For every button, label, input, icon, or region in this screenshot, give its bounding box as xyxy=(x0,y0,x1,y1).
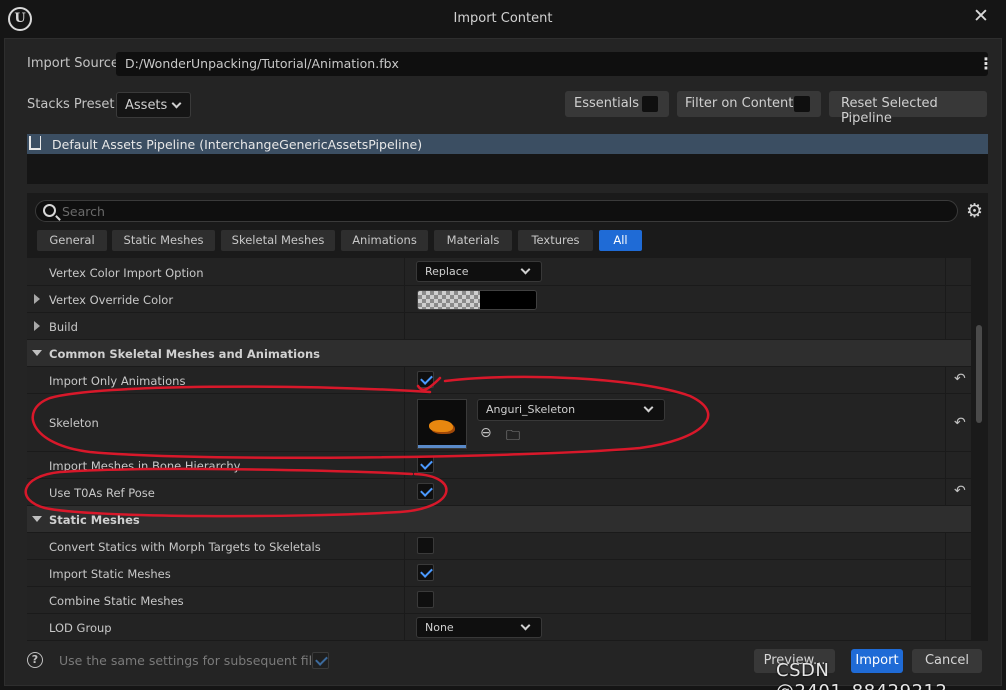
essentials-toggle[interactable]: Essentials xyxy=(565,91,669,117)
tab-animations[interactable]: Animations xyxy=(341,230,428,251)
filter-on-contents-toggle[interactable]: Filter on Contents xyxy=(677,91,821,117)
essentials-label: Essentials xyxy=(574,96,640,111)
property-label: Build xyxy=(49,320,78,334)
tab-textures[interactable]: Textures xyxy=(518,230,593,251)
import-static-meshes-checkbox[interactable] xyxy=(417,564,434,581)
category-static-meshes[interactable]: Static Meshes xyxy=(27,506,971,533)
property-label: Use T0As Ref Pose xyxy=(49,486,155,500)
filter-label: Filter on Contents xyxy=(685,96,801,111)
vertex-color-import-dropdown[interactable]: Replace xyxy=(416,261,542,282)
dropdown-value: Replace xyxy=(425,265,469,278)
collapse-arrow-icon[interactable] xyxy=(32,516,42,522)
tab-static-meshes[interactable]: Static Meshes xyxy=(112,230,215,251)
row-use-t0as-ref-pose: Use T0As Ref Pose ↶ xyxy=(27,479,971,506)
tab-materials[interactable]: Materials xyxy=(434,230,512,251)
property-label: Skeleton xyxy=(49,416,99,430)
property-label: Import Static Meshes xyxy=(49,567,171,581)
settings-gear-icon[interactable]: ⚙ xyxy=(966,200,983,222)
row-vertex-override-color: Vertex Override Color xyxy=(27,286,971,313)
convert-statics-checkbox[interactable] xyxy=(417,537,434,554)
reset-pipeline-label: Reset Selected Pipeline xyxy=(841,96,938,126)
details-scrollbar[interactable] xyxy=(972,261,988,641)
stacks-preset-value: Assets xyxy=(125,98,168,113)
chevron-down-icon xyxy=(171,98,182,109)
stacks-preset-dropdown[interactable]: Assets xyxy=(116,92,191,118)
filter-checkbox[interactable] xyxy=(794,96,810,112)
chevron-down-icon xyxy=(643,402,654,413)
row-build: Build xyxy=(27,313,971,340)
more-options-icon[interactable]: ⋮ xyxy=(978,56,994,72)
search-input[interactable]: Search xyxy=(35,200,958,222)
stacks-preset-label: Stacks Preset xyxy=(27,97,115,112)
row-import-static-meshes: Import Static Meshes xyxy=(27,560,971,587)
row-import-only-animations: Import Only Animations ↶ xyxy=(27,367,971,394)
import-source-label: Import Source xyxy=(27,56,119,71)
tab-skeletal-meshes[interactable]: Skeletal Meshes xyxy=(221,230,335,251)
combine-static-meshes-checkbox[interactable] xyxy=(417,591,434,608)
skeleton-thumbnail[interactable] xyxy=(417,399,467,449)
close-icon[interactable]: ✕ xyxy=(973,5,989,27)
expand-arrow-icon[interactable] xyxy=(34,321,40,331)
row-skeleton: Skeleton Anguri_Skeleton ⊖ 🗀 ↶ xyxy=(27,394,971,452)
pipeline-label: Default Assets Pipeline (InterchangeGene… xyxy=(52,137,423,152)
row-lod-group: LOD Group None xyxy=(27,614,971,641)
import-source-field[interactable]: D:/WonderUnpacking/Tutorial/Animation.fb… xyxy=(116,52,994,76)
use-same-settings-checkbox[interactable] xyxy=(312,652,329,669)
scrollbar-thumb[interactable] xyxy=(976,325,982,423)
reset-to-default-icon[interactable]: ↶ xyxy=(954,371,966,387)
title-bar: U Import Content ✕ xyxy=(0,0,1006,38)
skeleton-asset-dropdown[interactable]: Anguri_Skeleton xyxy=(477,399,665,421)
import-meshes-bone-checkbox[interactable] xyxy=(417,456,434,473)
property-label: Import Meshes in Bone Hierarchy xyxy=(49,459,241,473)
tab-all[interactable]: All xyxy=(599,230,642,251)
browse-folder-icon[interactable]: 🗀 xyxy=(506,425,520,449)
tab-general[interactable]: General xyxy=(37,230,107,251)
reset-to-default-icon[interactable]: ↶ xyxy=(954,415,966,431)
color-swatch[interactable] xyxy=(417,290,537,310)
help-icon[interactable]: ? xyxy=(27,652,43,668)
lod-group-dropdown[interactable]: None xyxy=(416,617,542,638)
row-import-meshes-bone: Import Meshes in Bone Hierarchy xyxy=(27,452,971,479)
essentials-checkbox[interactable] xyxy=(642,96,658,112)
property-label: Combine Static Meshes xyxy=(49,594,184,608)
property-label: LOD Group xyxy=(49,621,112,635)
chevron-down-icon xyxy=(520,620,531,631)
property-label: Convert Statics with Morph Targets to Sk… xyxy=(49,540,321,554)
watermark-text: CSDN @2401_88429212 xyxy=(776,660,947,690)
expand-arrow-icon[interactable] xyxy=(34,294,40,304)
window-title: Import Content xyxy=(453,11,553,26)
import-only-animations-checkbox[interactable] xyxy=(417,371,434,388)
use-t0as-checkbox[interactable] xyxy=(417,483,434,500)
pipeline-item[interactable]: Default Assets Pipeline (InterchangeGene… xyxy=(27,134,988,154)
pipeline-icon xyxy=(29,136,41,150)
skeleton-value: Anguri_Skeleton xyxy=(486,403,576,416)
search-icon xyxy=(43,204,56,217)
collapse-arrow-icon[interactable] xyxy=(32,350,42,356)
row-vertex-color-import: Vertex Color Import Option Replace xyxy=(27,258,971,286)
use-same-settings-label: Use the same settings for subsequent fil… xyxy=(59,653,327,668)
reset-pipeline-button[interactable]: Reset Selected Pipeline xyxy=(829,91,987,126)
category-common-skeletal[interactable]: Common Skeletal Meshes and Animations xyxy=(27,340,971,367)
row-convert-statics: Convert Statics with Morph Targets to Sk… xyxy=(27,533,971,560)
dropdown-value: None xyxy=(425,621,454,634)
chevron-down-icon xyxy=(520,264,531,275)
use-selected-asset-icon[interactable]: ⊖ xyxy=(480,425,492,441)
category-label: Common Skeletal Meshes and Animations xyxy=(49,347,321,361)
category-label: Static Meshes xyxy=(49,513,140,527)
property-label: Import Only Animations xyxy=(49,374,186,388)
import-source-path: D:/WonderUnpacking/Tutorial/Animation.fb… xyxy=(125,56,399,71)
property-label: Vertex Color Import Option xyxy=(49,266,204,280)
search-placeholder: Search xyxy=(62,204,105,219)
property-label: Vertex Override Color xyxy=(49,293,174,307)
row-combine-static-meshes: Combine Static Meshes xyxy=(27,587,971,614)
reset-to-default-icon[interactable]: ↶ xyxy=(954,483,966,499)
pipeline-list: Default Assets Pipeline (InterchangeGene… xyxy=(27,134,988,184)
